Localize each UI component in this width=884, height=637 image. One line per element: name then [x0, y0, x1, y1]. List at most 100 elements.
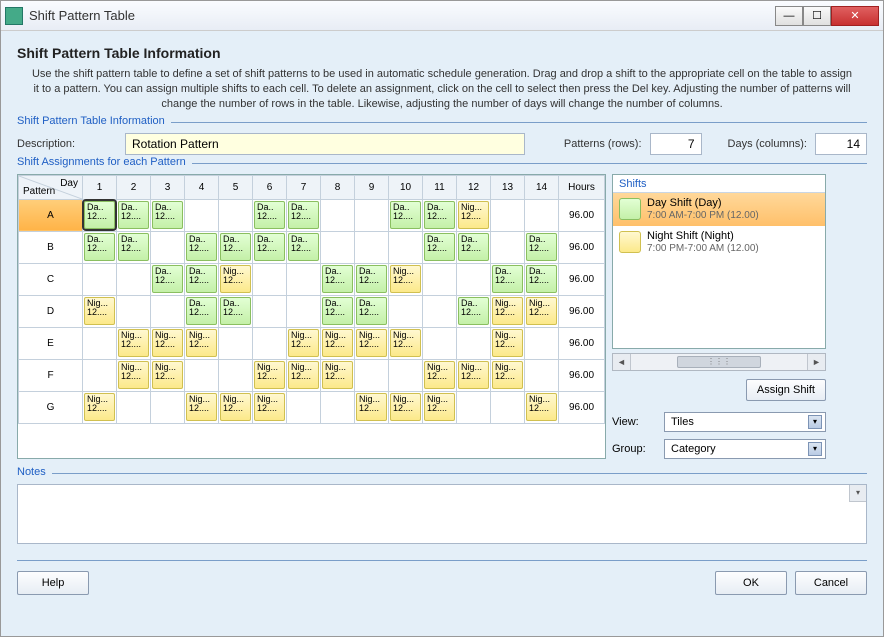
shift-item-day[interactable]: Day Shift (Day) 7:00 AM-7:00 PM (12.00)	[613, 193, 825, 226]
day-shift-chip[interactable]: Da..12....	[526, 265, 557, 293]
grid-cell[interactable]: Nig...12....	[287, 327, 321, 359]
grid-cell[interactable]	[287, 263, 321, 295]
day-shift-chip[interactable]: Da..12....	[118, 233, 149, 261]
day-shift-chip[interactable]: Da..12....	[356, 265, 387, 293]
group-combo[interactable]: Category ▾	[664, 439, 826, 459]
help-button[interactable]: Help	[17, 571, 89, 595]
night-shift-chip[interactable]: Nig...12....	[84, 393, 115, 421]
grid-cell[interactable]: Nig...12....	[389, 263, 423, 295]
night-shift-chip[interactable]: Nig...12....	[356, 329, 387, 357]
day-shift-chip[interactable]: Da..12....	[424, 233, 455, 261]
night-shift-chip[interactable]: Nig...12....	[186, 393, 217, 421]
grid-cell[interactable]	[457, 327, 491, 359]
night-shift-chip[interactable]: Nig...12....	[526, 297, 557, 325]
grid-cell[interactable]: Nig...12....	[83, 391, 117, 423]
shift-item-night[interactable]: Night Shift (Night) 7:00 PM-7:00 AM (12.…	[613, 226, 825, 259]
day-header[interactable]: 10	[389, 175, 423, 199]
night-shift-chip[interactable]: Nig...12....	[118, 329, 149, 357]
grid-cell[interactable]	[423, 327, 457, 359]
night-shift-chip[interactable]: Nig...12....	[254, 361, 285, 389]
grid-cell[interactable]: Nig...12....	[491, 359, 525, 391]
day-shift-chip[interactable]: Da..12....	[84, 201, 115, 229]
day-header[interactable]: 7	[287, 175, 321, 199]
grid-cell[interactable]	[355, 199, 389, 231]
grid-cell[interactable]	[287, 391, 321, 423]
grid-cell[interactable]	[151, 295, 185, 327]
scroll-right-arrow-icon[interactable]: ►	[807, 354, 825, 370]
grid-cell[interactable]	[457, 391, 491, 423]
night-shift-chip[interactable]: Nig...12....	[220, 265, 251, 293]
grid-cell[interactable]: Da..12....	[83, 199, 117, 231]
grid-cell[interactable]	[151, 391, 185, 423]
grid-cell[interactable]: Da..12....	[151, 263, 185, 295]
night-shift-chip[interactable]: Nig...12....	[424, 393, 455, 421]
day-header[interactable]: 9	[355, 175, 389, 199]
day-header[interactable]: 3	[151, 175, 185, 199]
night-shift-chip[interactable]: Nig...12....	[356, 393, 387, 421]
grid-cell[interactable]	[219, 327, 253, 359]
night-shift-chip[interactable]: Nig...12....	[322, 329, 353, 357]
grid-cell[interactable]	[117, 391, 151, 423]
night-shift-chip[interactable]: Nig...12....	[118, 361, 149, 389]
night-shift-chip[interactable]: Nig...12....	[84, 297, 115, 325]
grid-cell[interactable]: Da..12....	[457, 295, 491, 327]
grid-cell[interactable]: Da..12....	[219, 295, 253, 327]
scroll-thumb[interactable]: ⋮⋮⋮	[677, 356, 762, 368]
grid-cell[interactable]: Da..12....	[389, 199, 423, 231]
day-shift-chip[interactable]: Da..12....	[356, 297, 387, 325]
grid-cell[interactable]: Da..12....	[219, 231, 253, 263]
day-shift-chip[interactable]: Da..12....	[288, 233, 319, 261]
grid-cell[interactable]: Da..12....	[423, 199, 457, 231]
day-shift-chip[interactable]: Da..12....	[254, 201, 285, 229]
day-shift-chip[interactable]: Da..12....	[458, 297, 489, 325]
grid-cell[interactable]: Nig...12....	[185, 391, 219, 423]
grid-cell[interactable]	[253, 263, 287, 295]
grid-cell[interactable]	[389, 231, 423, 263]
pattern-row-label[interactable]: C	[19, 263, 83, 295]
day-shift-chip[interactable]: Da..12....	[186, 265, 217, 293]
shifts-horizontal-scrollbar[interactable]: ◄ ⋮⋮⋮ ►	[612, 353, 826, 371]
grid-cell[interactable]: Nig...12....	[491, 295, 525, 327]
grid-cell[interactable]	[525, 359, 559, 391]
grid-cell[interactable]	[423, 295, 457, 327]
grid-cell[interactable]: Nig...12....	[321, 327, 355, 359]
grid-cell[interactable]: Nig...12....	[117, 327, 151, 359]
grid-cell[interactable]: Da..12....	[117, 199, 151, 231]
grid-cell[interactable]	[491, 199, 525, 231]
grid-cell[interactable]: Da..12....	[185, 263, 219, 295]
patterns-input[interactable]	[650, 133, 702, 155]
grid-cell[interactable]	[321, 391, 355, 423]
grid-cell[interactable]: Nig...12....	[117, 359, 151, 391]
pattern-row-label[interactable]: D	[19, 295, 83, 327]
assign-shift-button[interactable]: Assign Shift	[746, 379, 826, 401]
grid-cell[interactable]	[491, 231, 525, 263]
grid-cell[interactable]	[287, 295, 321, 327]
days-input[interactable]	[815, 133, 867, 155]
day-shift-chip[interactable]: Da..12....	[84, 233, 115, 261]
night-shift-chip[interactable]: Nig...12....	[458, 361, 489, 389]
day-shift-chip[interactable]: Da..12....	[526, 233, 557, 261]
grid-cell[interactable]: Da..12....	[321, 295, 355, 327]
day-shift-chip[interactable]: Da..12....	[186, 233, 217, 261]
grid-cell[interactable]: Da..12....	[287, 199, 321, 231]
grid-cell[interactable]	[117, 263, 151, 295]
day-header[interactable]: 4	[185, 175, 219, 199]
grid-cell[interactable]: Nig...12....	[389, 391, 423, 423]
grid-cell[interactable]: Nig...12....	[219, 391, 253, 423]
grid-cell[interactable]: Da..12....	[83, 231, 117, 263]
grid-cell[interactable]	[423, 263, 457, 295]
grid-cell[interactable]: Nig...12....	[525, 295, 559, 327]
night-shift-chip[interactable]: Nig...12....	[526, 393, 557, 421]
grid-cell[interactable]: Nig...12....	[253, 391, 287, 423]
notes-scroll-down-icon[interactable]: ▾	[849, 485, 866, 502]
grid-cell[interactable]: Da..12....	[117, 231, 151, 263]
grid-cell[interactable]	[253, 295, 287, 327]
grid-cell[interactable]: Nig...12....	[355, 391, 389, 423]
night-shift-chip[interactable]: Nig...12....	[186, 329, 217, 357]
grid-cell[interactable]	[321, 199, 355, 231]
night-shift-chip[interactable]: Nig...12....	[458, 201, 489, 229]
grid-cell[interactable]: Da..12....	[253, 231, 287, 263]
grid-cell[interactable]: Nig...12....	[151, 327, 185, 359]
grid-cell[interactable]	[389, 295, 423, 327]
night-shift-chip[interactable]: Nig...12....	[288, 361, 319, 389]
